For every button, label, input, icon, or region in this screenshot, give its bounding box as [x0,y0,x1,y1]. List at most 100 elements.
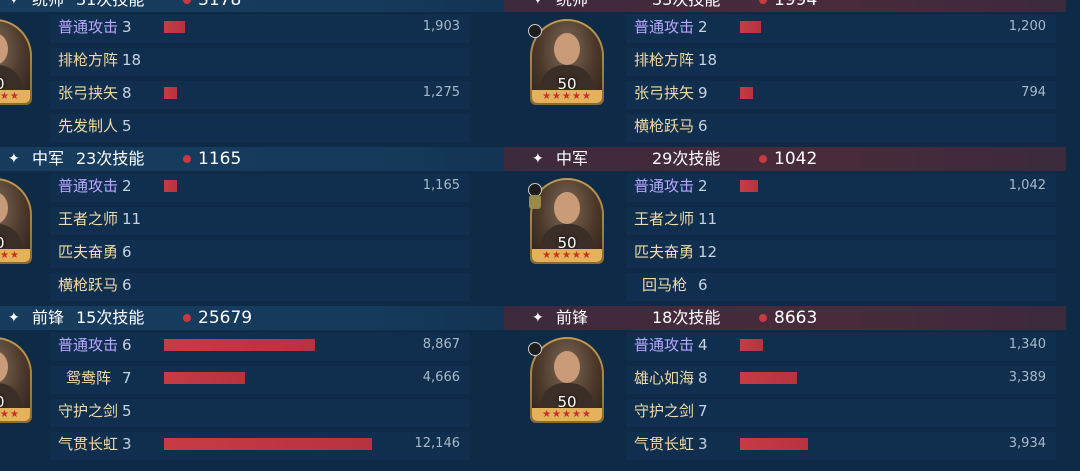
skill-damage-value: 8,867 [422,337,460,352]
right-section-中军: ✦ 中军 29次技能 1042 50 ★★★★★ 普通攻击 2 1,042 王者之师 11 匹夫奋勇 1… [504,147,1066,305]
skill-row[interactable]: 张弓挟矢 8 1,275 [0,79,542,109]
skill-row[interactable]: 匹夫奋勇 12 [504,238,1066,268]
damage-bar [740,180,758,192]
skill-damage-value: 1,165 [422,178,460,193]
skill-cast-count: 3 [698,435,708,453]
skill-name: 王者之师 [58,210,119,228]
sparkle-icon: ✦ [8,0,20,8]
skill-row[interactable]: 普通攻击 3 1,903 [0,13,542,43]
right-team-panel: ✦统帅33次技能199450★★★★★普通攻击21,200排枪方阵18张弓挟矢9… [504,0,1066,471]
skill-row[interactable]: 普通攻击 2 1,165 [0,172,542,202]
skill-name: 气贯长虹 [634,435,695,453]
damage-bar [164,372,245,384]
skill-damage-value: 794 [1021,85,1046,100]
skill-cast-count: 3 [122,435,132,453]
skill-name: 王者之师 [634,210,695,228]
skill-cast-count: 2 [698,177,708,195]
damage-bar [740,438,808,450]
section-header: ✦ 统帅 31次技能 3178 [0,0,542,12]
skill-row[interactable]: 排枪方阵 18 [0,46,542,76]
total-damage: 3178 [198,0,242,10]
role-label: 中军 [556,149,589,168]
skill-cast-count: 6 [698,276,708,294]
damage-dot-icon [759,314,767,322]
skill-cast-count: 2 [122,177,132,195]
skill-damage-value: 1,340 [1008,337,1046,352]
skill-cast-count: 6 [698,117,708,135]
skill-row[interactable]: 回马枪 6 [504,271,1066,301]
skill-cast-count: 12 [698,243,718,261]
row-background [626,273,1056,301]
total-damage: 25679 [198,308,253,328]
damage-bar [164,87,177,99]
skill-cast-count: 11 [122,210,142,228]
sparkle-icon: ✦ [8,310,20,326]
total-damage: 1994 [774,0,818,10]
right-section-统帅: ✦统帅33次技能199450★★★★★普通攻击21,200排枪方阵18张弓挟矢9… [504,0,1066,146]
damage-dot-icon [759,0,767,4]
skill-name: 张弓挟矢 [58,84,119,102]
left-team-panel: ✦统帅31次技能317850★★★★★普通攻击31,903排枪方阵18张弓挟矢8… [0,0,542,471]
skill-cast-count: 7 [122,369,132,387]
skill-row[interactable]: 普通攻击 6 8,867 [0,331,542,361]
skill-name: 守护之剑 [58,402,119,420]
role-label: 前锋 [32,308,65,327]
section-header: ✦ 前锋 18次技能 8663 [504,306,1066,330]
sparkle-icon: ✦ [8,151,20,167]
skill-row[interactable]: 横枪跃马 6 [0,271,542,301]
skill-cast-count: 3 [122,18,132,36]
damage-bar [740,372,797,384]
skill-name: 张弓挟矢 [634,84,695,102]
skill-row[interactable]: 守护之剑 7 [504,397,1066,427]
skill-row[interactable]: 气贯长虹 3 3,934 [504,430,1066,460]
sparkle-icon: ✦ [532,310,544,326]
skill-damage-value: 3,389 [1008,370,1046,385]
damage-bar [164,180,177,192]
skill-row[interactable]: 王者之师 11 [504,205,1066,235]
skill-count-label: 31次技能 [76,0,144,12]
skill-row[interactable]: 普通攻击 2 1,042 [504,172,1066,202]
section-header: ✦ 前锋 15次技能 25679 [0,306,542,330]
total-damage: 1042 [774,149,818,169]
skill-cast-count: 2 [698,18,708,36]
skill-cast-count: 6 [122,336,132,354]
section-header: ✦ 中军 23次技能 1165 [0,147,542,171]
skill-row[interactable]: 排枪方阵 18 [504,46,1066,76]
skill-name: 排枪方阵 [58,51,119,69]
skill-row[interactable]: 王者之师 11 [0,205,542,235]
skill-name: 鸳鸯阵 [66,369,112,387]
damage-bar [740,21,761,33]
damage-bar [740,87,753,99]
role-label: 统帅 [32,0,64,12]
damage-bar [164,21,185,33]
skill-row[interactable]: 鸳鸯阵 7 4,666 [0,364,542,394]
skill-name: 匹夫奋勇 [58,243,119,261]
skill-damage-value: 1,200 [1008,19,1046,34]
damage-dot-icon [759,155,767,163]
skill-name: 普通攻击 [58,18,119,36]
skill-cast-count: 11 [698,210,718,228]
skill-row[interactable]: 普通攻击 4 1,340 [504,331,1066,361]
skill-cast-count: 4 [698,336,708,354]
skill-damage-value: 12,146 [414,436,461,451]
skill-damage-value: 3,934 [1008,436,1046,451]
skill-row[interactable]: 匹夫奋勇 6 [0,238,542,268]
skill-cast-count: 18 [698,51,718,69]
section-header: ✦ 中军 29次技能 1042 [504,147,1066,171]
skill-row[interactable]: 雄心如海 8 3,389 [504,364,1066,394]
skill-row[interactable]: 普通攻击 2 1,200 [504,13,1066,43]
skill-row[interactable]: 张弓挟矢 9 794 [504,79,1066,109]
skill-cast-count: 5 [122,117,132,135]
skill-row[interactable]: 守护之剑 5 [0,397,542,427]
right-section-前锋: ✦ 前锋 18次技能 8663 50 ★★★★★ 普通攻击 4 1,340 雄心如海 8 3,389 守… [504,306,1066,464]
skill-cast-count: 9 [698,84,708,102]
skill-row[interactable]: 气贯长虹 3 12,146 [0,430,542,460]
skill-row[interactable]: 先发制人 5 [0,112,542,142]
skill-row[interactable]: 横枪跃马 6 [504,112,1066,142]
damage-dot-icon [183,155,191,163]
sparkle-icon: ✦ [532,0,544,8]
skill-cast-count: 18 [122,51,142,69]
skill-count-label: 18次技能 [652,308,721,327]
skill-count-label: 33次技能 [652,0,720,12]
skill-name: 回马枪 [642,276,688,294]
